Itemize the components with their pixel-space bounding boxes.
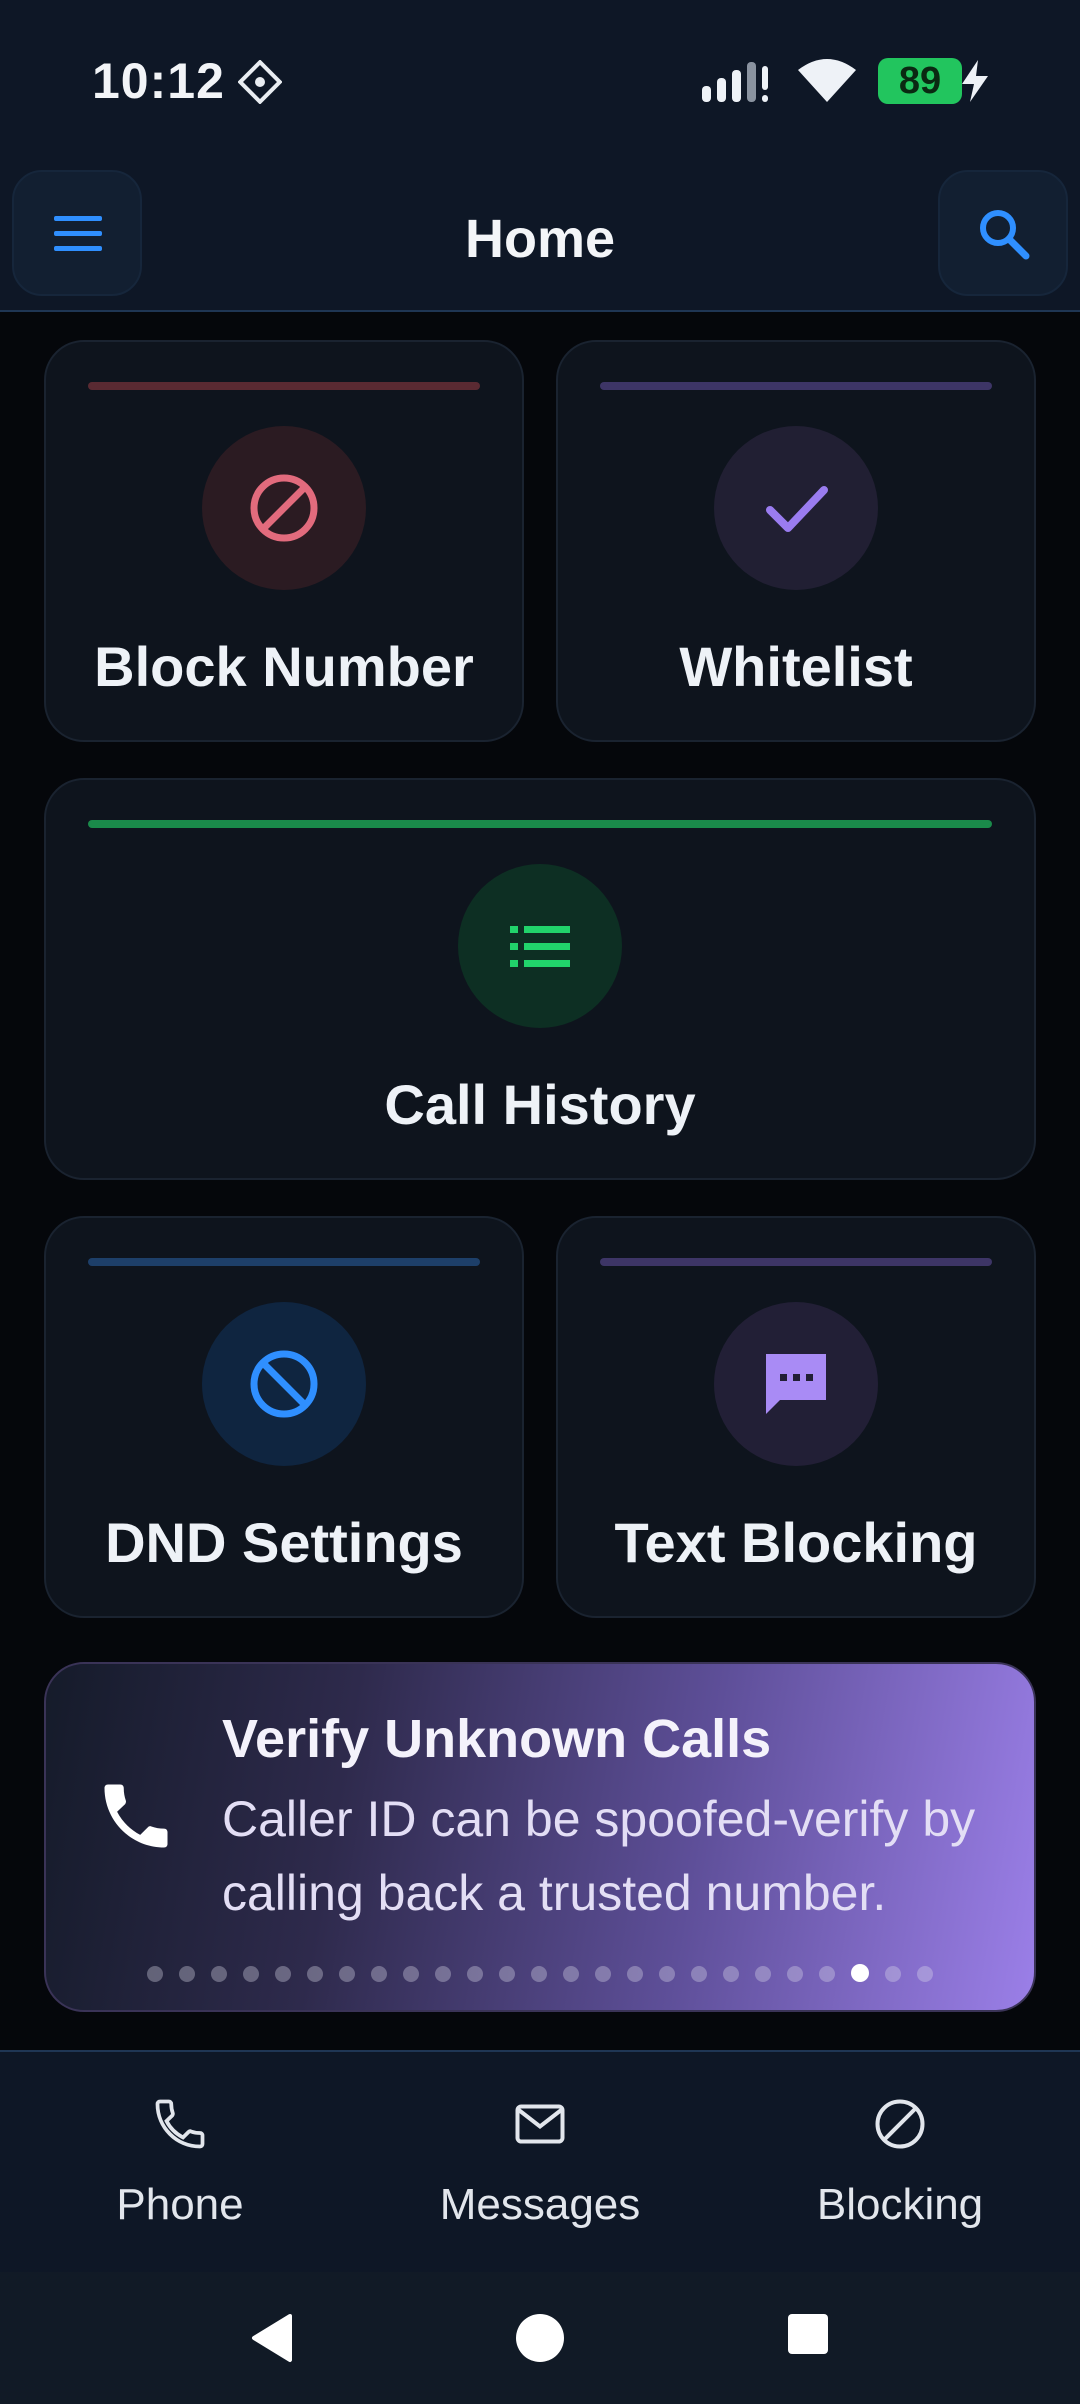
carousel-dot-active[interactable] — [851, 1964, 869, 1982]
message-icon — [766, 1354, 826, 1414]
card-label: Whitelist — [679, 635, 913, 698]
card-accent-line — [88, 820, 992, 828]
banner-title: Verify Unknown Calls — [222, 1709, 772, 1769]
carousel-dot[interactable] — [147, 1966, 163, 1982]
nav-phone[interactable]: Phone — [0, 2052, 360, 2272]
nav-label: Messages — [439, 2180, 641, 2229]
carousel-dot[interactable] — [787, 1966, 803, 1982]
carousel-dot[interactable] — [691, 1966, 707, 1982]
battery-icon: 89 — [878, 58, 962, 104]
carousel-dot[interactable] — [403, 1966, 419, 1982]
back-icon[interactable] — [246, 2310, 298, 2366]
whitelist-card[interactable]: Whitelist — [556, 340, 1036, 742]
dnd-icon-circle — [202, 1302, 366, 1466]
signal-icon — [702, 62, 768, 102]
bottom-navigation: Phone Messages Blocking — [0, 2050, 1080, 2272]
search-button[interactable] — [938, 170, 1068, 296]
block-icon — [875, 2099, 925, 2149]
carousel-dot[interactable] — [307, 1966, 323, 1982]
text-blocking-icon-circle — [714, 1302, 878, 1466]
nav-label: Blocking — [816, 2180, 984, 2229]
status-time: 10:12 — [92, 53, 225, 109]
search-icon — [980, 210, 1030, 260]
carousel-dot[interactable] — [467, 1966, 483, 1982]
carousel-dot[interactable] — [435, 1966, 451, 1982]
dnd-icon — [250, 1350, 318, 1418]
carousel-indicator — [46, 1964, 1034, 1982]
dnd-settings-card[interactable]: DND Settings — [44, 1216, 524, 1618]
card-label: Text Blocking — [614, 1511, 978, 1574]
tip-banner[interactable]: Verify Unknown Calls Caller ID can be sp… — [44, 1662, 1036, 2012]
nav-label: Phone — [116, 2180, 244, 2229]
carousel-dot[interactable] — [531, 1966, 547, 1982]
carousel-dot[interactable] — [885, 1966, 901, 1982]
call-history-card[interactable]: Call History — [44, 778, 1036, 1180]
card-accent-line — [88, 1258, 480, 1266]
carousel-dot[interactable] — [179, 1966, 195, 1982]
block-icon — [250, 474, 318, 542]
carousel-dot[interactable] — [339, 1966, 355, 1982]
recents-icon[interactable] — [784, 2310, 832, 2358]
status-bar: 10:12 89 — [0, 0, 1080, 160]
carousel-dot[interactable] — [917, 1966, 933, 1982]
carousel-dot[interactable] — [371, 1966, 387, 1982]
system-navigation-bar — [0, 2272, 1080, 2404]
card-accent-line — [88, 382, 480, 390]
wifi-icon — [798, 59, 856, 102]
card-accent-line — [600, 382, 992, 390]
carousel-dot[interactable] — [659, 1966, 675, 1982]
call-history-icon-circle — [458, 864, 622, 1028]
carousel-dot[interactable] — [627, 1966, 643, 1982]
card-label: Block Number — [94, 635, 474, 698]
carousel-dot[interactable] — [499, 1966, 515, 1982]
text-blocking-card[interactable]: Text Blocking — [556, 1216, 1036, 1618]
banner-text: Caller ID can be spoofed-verify by calli… — [222, 1791, 976, 1921]
home-icon[interactable] — [512, 2310, 568, 2366]
carousel-dot[interactable] — [211, 1966, 227, 1982]
app-notification-icon — [238, 60, 282, 104]
phone-icon — [155, 2099, 205, 2149]
list-icon — [510, 926, 570, 967]
app-bar: Home — [0, 160, 1080, 312]
card-label: DND Settings — [105, 1511, 463, 1574]
carousel-dot[interactable] — [723, 1966, 739, 1982]
whitelist-icon-circle — [714, 426, 878, 590]
card-accent-line — [600, 1258, 992, 1266]
block-number-card[interactable]: Block Number — [44, 340, 524, 742]
page-title: Home — [464, 209, 616, 269]
carousel-dot[interactable] — [819, 1966, 835, 1982]
check-icon — [766, 486, 828, 532]
carousel-dot[interactable] — [243, 1966, 259, 1982]
card-label: Call History — [384, 1073, 696, 1136]
carousel-dot[interactable] — [595, 1966, 611, 1982]
block-number-icon-circle — [202, 426, 366, 590]
carousel-dot[interactable] — [275, 1966, 291, 1982]
mail-icon — [515, 2104, 565, 2144]
carousel-dot[interactable] — [563, 1966, 579, 1982]
nav-blocking[interactable]: Blocking — [720, 2052, 1080, 2272]
charging-icon — [962, 60, 988, 102]
phone-icon — [104, 1784, 168, 1848]
carousel-dot[interactable] — [755, 1966, 771, 1982]
nav-messages[interactable]: Messages — [360, 2052, 720, 2272]
